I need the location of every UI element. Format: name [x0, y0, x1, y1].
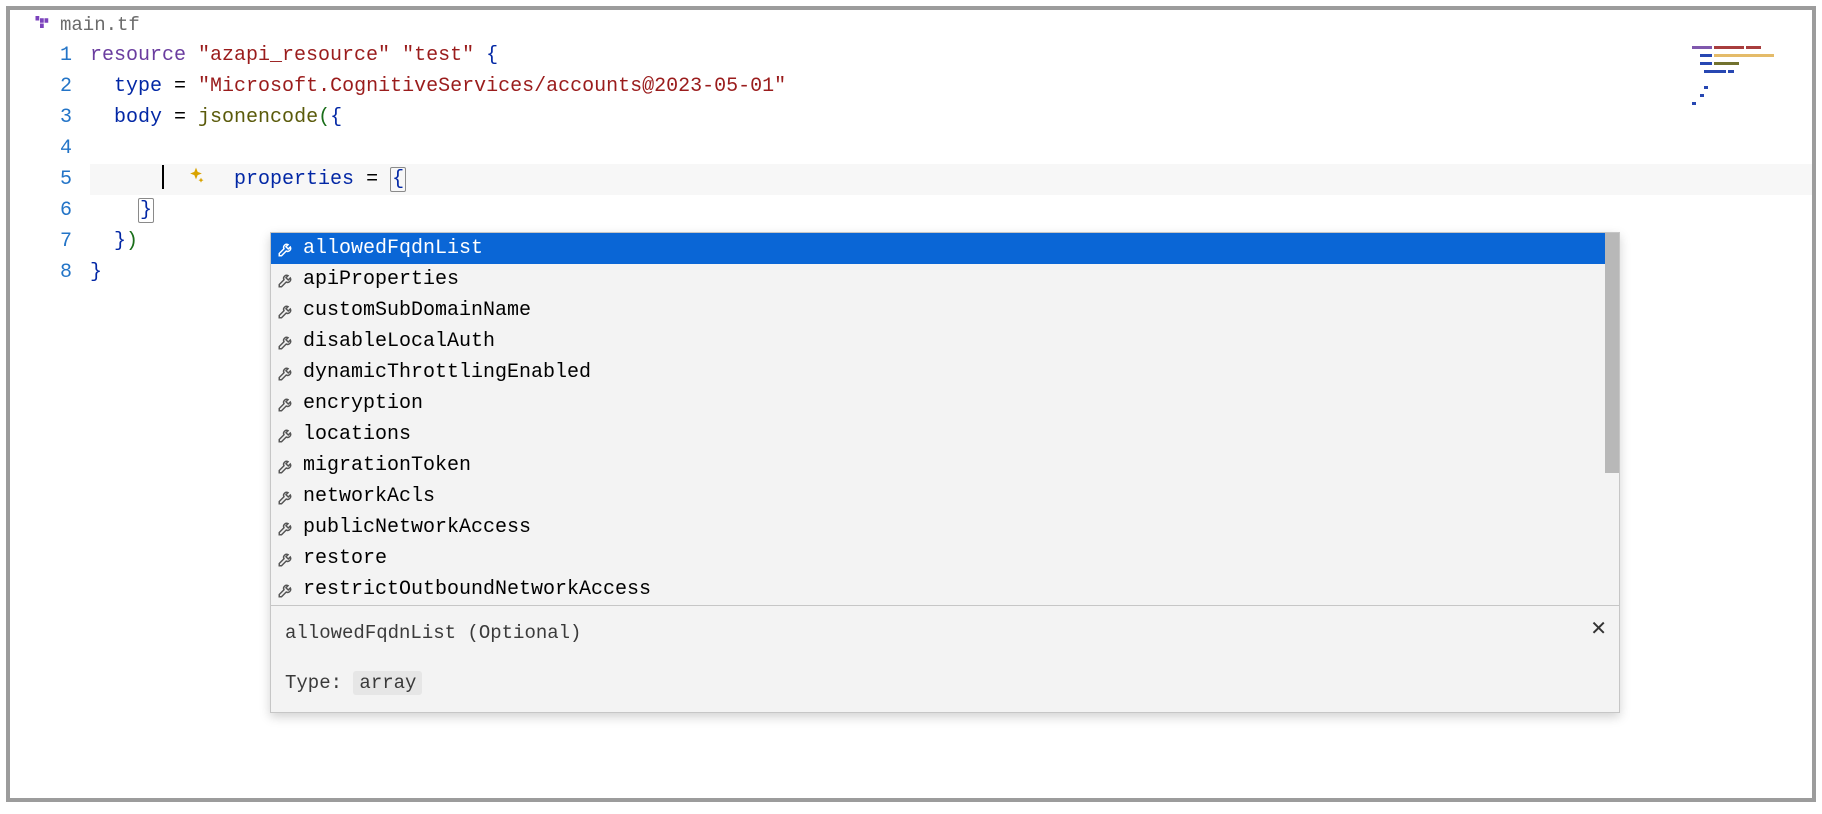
wrench-icon — [277, 519, 295, 537]
line-number: 2 — [10, 71, 72, 102]
line-number: 4 — [10, 133, 72, 164]
code-line[interactable]: body = jsonencode({ — [90, 102, 1812, 133]
tab-filename[interactable]: main.tf — [60, 14, 140, 36]
autocomplete-item-label: restore — [303, 543, 387, 574]
autocomplete-item[interactable]: migrationToken — [271, 450, 1619, 481]
sparkle-icon — [66, 135, 86, 155]
string: "azapi_resource" — [198, 44, 390, 67]
wrench-icon — [277, 550, 295, 568]
autocomplete-item-label: dynamicThrottlingEnabled — [303, 357, 591, 388]
autocomplete-item-label: locations — [303, 419, 411, 450]
autocomplete-detail-title: allowedFqdnList (Optional) — [285, 618, 1605, 648]
code-line[interactable]: type = "Microsoft.CognitiveServices/acco… — [90, 71, 1812, 102]
minimap[interactable] — [1692, 46, 1802, 116]
autocomplete-detail-type-value: array — [353, 671, 422, 695]
line-number: 5 — [10, 164, 72, 195]
autocomplete-item-selected[interactable]: allowedFqdnList — [271, 233, 1619, 264]
wrench-icon — [277, 395, 295, 413]
brace: { — [486, 44, 498, 67]
wrench-icon — [277, 488, 295, 506]
paren: ) — [126, 230, 138, 253]
autocomplete-item[interactable]: publicNetworkAccess — [271, 512, 1619, 543]
operator: = — [354, 168, 390, 191]
code-line[interactable]: properties = { — [90, 133, 1812, 164]
autocomplete-item-label: networkAcls — [303, 481, 435, 512]
property: properties — [234, 168, 354, 191]
autocomplete-item[interactable]: restore — [271, 543, 1619, 574]
function: jsonencode — [198, 106, 318, 129]
autocomplete-popup[interactable]: allowedFqdnList apiProperties customSubD… — [270, 232, 1620, 713]
autocomplete-item[interactable]: disableLocalAuth — [271, 326, 1619, 357]
code-line[interactable]: resource "azapi_resource" "test" { — [90, 40, 1812, 71]
wrench-icon — [277, 333, 295, 351]
line-number: 3 — [10, 102, 72, 133]
autocomplete-item-label: customSubDomainName — [303, 295, 531, 326]
autocomplete-scrollbar[interactable] — [1605, 233, 1619, 473]
operator: = — [162, 75, 198, 98]
autocomplete-item-label: publicNetworkAccess — [303, 512, 531, 543]
operator: = — [162, 106, 198, 129]
editor-area[interactable]: 1 2 3 4 5 6 7 8 resource "azapi_resource… — [10, 40, 1812, 798]
wrench-icon — [277, 457, 295, 475]
autocomplete-item[interactable]: encryption — [271, 388, 1619, 419]
line-number: 1 — [10, 40, 72, 71]
brace: } — [114, 230, 126, 253]
string: "Microsoft.CognitiveServices/accounts@20… — [198, 75, 786, 98]
terraform-icon — [34, 13, 52, 38]
tab-bar: main.tf — [10, 10, 1812, 40]
wrench-icon — [277, 271, 295, 289]
brace: { — [330, 106, 342, 129]
wrench-icon — [277, 240, 295, 258]
autocomplete-item-label: encryption — [303, 388, 423, 419]
paren: ( — [318, 106, 330, 129]
autocomplete-item[interactable]: apiProperties — [271, 264, 1619, 295]
autocomplete-detail-type-label: Type: — [285, 672, 353, 694]
close-icon[interactable]: ✕ — [1590, 616, 1607, 646]
autocomplete-item-label: restrictOutboundNetworkAccess — [303, 574, 651, 605]
autocomplete-item[interactable]: locations — [271, 419, 1619, 450]
wrench-icon — [277, 426, 295, 444]
line-number: 7 — [10, 226, 72, 257]
autocomplete-detail: ✕ allowedFqdnList (Optional) Type: array — [271, 605, 1619, 712]
code-line[interactable]: } — [90, 195, 1812, 226]
wrench-icon — [277, 364, 295, 382]
autocomplete-item[interactable]: restrictOutboundNetworkAccess — [271, 574, 1619, 605]
wrench-icon — [277, 302, 295, 320]
code-area[interactable]: resource "azapi_resource" "test" { type … — [90, 40, 1812, 798]
autocomplete-item[interactable]: networkAcls — [271, 481, 1619, 512]
autocomplete-item-label: allowedFqdnList — [303, 233, 483, 264]
wrench-icon — [277, 581, 295, 599]
autocomplete-item-label: apiProperties — [303, 264, 459, 295]
string: "test" — [402, 44, 474, 67]
line-number: 8 — [10, 257, 72, 288]
brace: } — [90, 261, 102, 284]
autocomplete-list[interactable]: allowedFqdnList apiProperties customSubD… — [271, 233, 1619, 605]
autocomplete-item[interactable]: customSubDomainName — [271, 295, 1619, 326]
property: body — [114, 106, 162, 129]
brace: { — [390, 167, 406, 192]
autocomplete-item-label: disableLocalAuth — [303, 326, 495, 357]
autocomplete-item[interactable]: dynamicThrottlingEnabled — [271, 357, 1619, 388]
keyword: resource — [90, 44, 186, 67]
editor-frame: main.tf 1 2 3 4 5 6 7 8 resource "azapi_… — [6, 6, 1816, 802]
autocomplete-item-label: migrationToken — [303, 450, 471, 481]
line-number: 6 — [10, 195, 72, 226]
property: type — [114, 75, 162, 98]
